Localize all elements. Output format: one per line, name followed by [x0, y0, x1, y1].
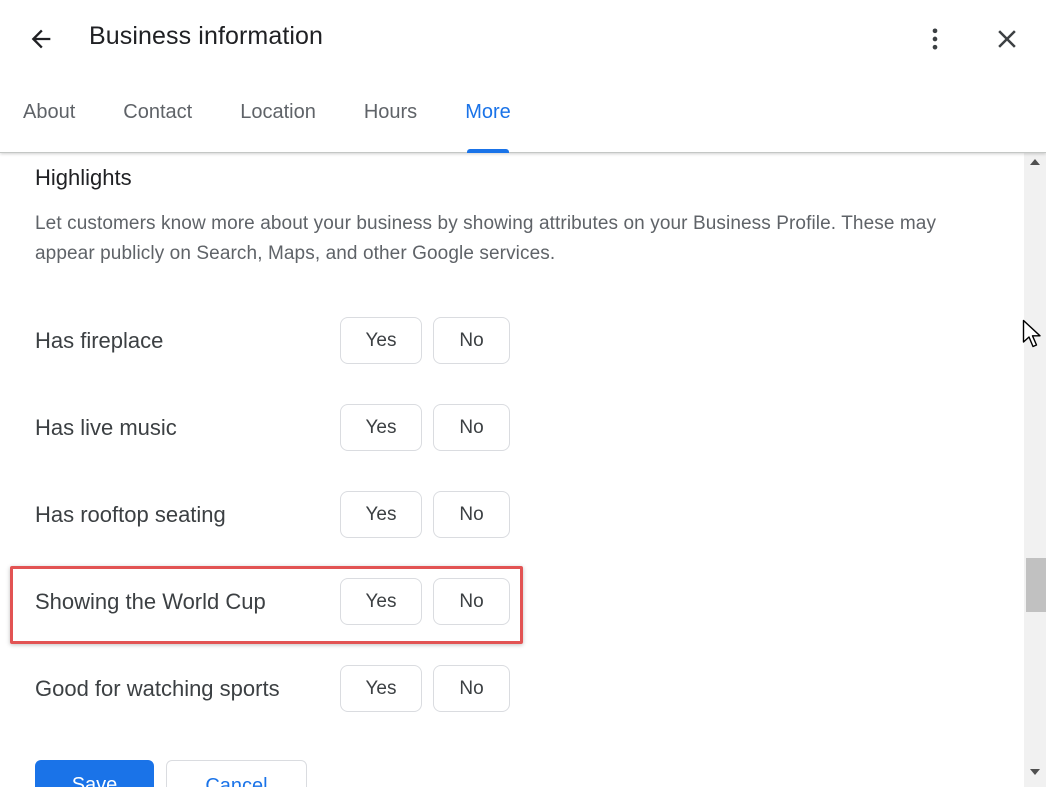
scrollbar-thumb[interactable]	[1026, 558, 1046, 612]
back-button[interactable]	[22, 20, 60, 58]
yes-button[interactable]: Yes	[340, 665, 422, 712]
no-button[interactable]: No	[433, 317, 510, 364]
page-title: Business information	[89, 22, 324, 50]
more-options-button[interactable]	[918, 20, 952, 58]
tab-bar: About Contact Location Hours More	[0, 88, 535, 153]
tab-hours[interactable]: Hours	[340, 88, 441, 153]
tab-label: Hours	[363, 101, 418, 123]
attribute-label: Has rooftop seating	[35, 502, 226, 527]
cancel-button[interactable]: Cancel	[166, 760, 307, 787]
section-title: Highlights	[35, 165, 132, 190]
yes-button[interactable]: Yes	[340, 317, 422, 364]
tab-more[interactable]: More	[441, 88, 535, 153]
no-button[interactable]: No	[433, 404, 510, 451]
attribute-row-rooftop-seating: Has rooftop seating Yes No	[35, 491, 535, 539]
yes-button[interactable]: Yes	[340, 404, 422, 451]
tab-label: Contact	[123, 101, 193, 123]
highlight-annotation-box	[10, 566, 523, 644]
yes-button[interactable]: Yes	[340, 491, 422, 538]
tab-about[interactable]: About	[0, 88, 99, 153]
tab-label: About	[23, 101, 76, 123]
attribute-label: Good for watching sports	[35, 676, 280, 701]
more-vertical-icon	[932, 28, 938, 50]
arrow-back-icon	[31, 29, 51, 49]
attribute-label: Has live music	[35, 415, 177, 440]
tab-contact[interactable]: Contact	[99, 88, 216, 153]
dialog-header: Business information About Contact Locat…	[0, 0, 1046, 153]
attribute-row-live-music: Has live music Yes No	[35, 404, 535, 452]
close-button[interactable]	[988, 20, 1026, 58]
scroll-down-button[interactable]	[1024, 767, 1046, 783]
scroll-up-button[interactable]	[1024, 157, 1046, 173]
tab-label: More	[465, 101, 511, 123]
tab-label: Location	[240, 101, 316, 123]
active-tab-indicator	[467, 149, 509, 153]
attribute-row-watching-sports: Good for watching sports Yes No	[35, 665, 535, 713]
no-button[interactable]: No	[433, 491, 510, 538]
mouse-pointer-icon	[1022, 319, 1041, 348]
tab-location[interactable]: Location	[216, 88, 340, 153]
attribute-row-fireplace: Has fireplace Yes No	[35, 317, 535, 365]
vertical-scrollbar[interactable]	[1024, 153, 1046, 787]
close-icon	[998, 30, 1016, 48]
no-button[interactable]: No	[433, 665, 510, 712]
dialog-content: Highlights Let customers know more about…	[0, 153, 1022, 787]
attribute-label: Has fireplace	[35, 328, 164, 353]
triangle-down-icon	[1030, 769, 1040, 775]
section-description: Let customers know more about your busin…	[35, 213, 937, 264]
save-button[interactable]: Save	[35, 760, 154, 787]
triangle-up-icon	[1030, 159, 1040, 165]
